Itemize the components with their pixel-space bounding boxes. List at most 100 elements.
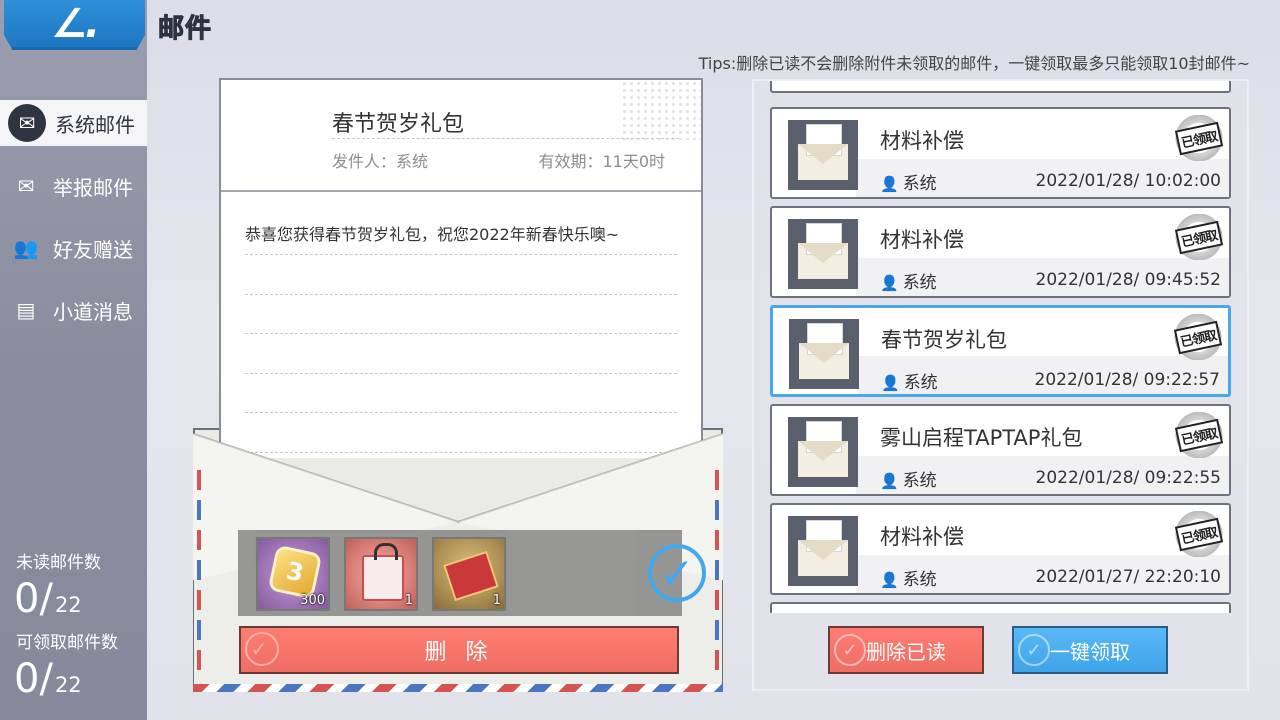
mail-title: 雾山启程TAPTAP礼包 xyxy=(880,426,1083,450)
person-icon: 👤 xyxy=(880,274,899,292)
person-icon: 👤 xyxy=(880,175,899,193)
unread-count-value: 0/ 22 xyxy=(14,576,82,622)
list-item-selected[interactable]: 春节贺岁礼包 👤 系统 2022/01/28/ 09:22:57 已领取 xyxy=(770,305,1231,397)
claimed-badge-text: 已领取 xyxy=(1174,121,1224,155)
check-icon: ✓ xyxy=(834,634,866,666)
mail-title: 春节贺岁礼包 xyxy=(881,328,1007,352)
mail-title: 材料补偿 xyxy=(880,129,964,153)
claimed-badge-text: 已领取 xyxy=(1174,517,1224,551)
letter-blank-line xyxy=(245,334,677,374)
letter-header: 春节贺岁礼包 发件人：系统 有效期：11天0时 xyxy=(221,80,701,192)
letter-panel: 春节贺岁礼包 发件人：系统 有效期：11天0时 恭喜您获得春节贺岁礼包，祝您20… xyxy=(193,78,723,692)
divider xyxy=(332,138,679,139)
mail-date: 2022/01/28/ 09:22:57 xyxy=(1034,370,1220,390)
attachment-qty: 300 xyxy=(300,593,325,608)
sidebar: ∠. ✉ 系统邮件 ✉ 举报邮件 👥 好友赠送 ▤ 小道消息 未读邮件数 0/ … xyxy=(0,0,147,720)
sidebar-item-friends-gift[interactable]: 👥 好友赠送 xyxy=(0,225,147,271)
mail-envelope-icon xyxy=(788,219,858,289)
letter-body-text: 恭喜您获得春节贺岁礼包，祝您2022年新春快乐噢~ xyxy=(245,192,677,255)
attachments-bar: 3 300 1 1 ✓ xyxy=(238,530,706,616)
back-button[interactable]: ∠. xyxy=(4,0,145,50)
letter-title: 春节贺岁礼包 xyxy=(332,112,465,137)
mail-title: 材料补偿 xyxy=(880,525,964,549)
mail-sender-name: 系统 xyxy=(902,174,937,194)
claimable-count: 0/ xyxy=(14,656,53,702)
delete-button[interactable]: ✓ 删 除 xyxy=(239,626,679,674)
list-item-partial[interactable] xyxy=(770,81,1231,93)
friends-gift-icon: 👥 xyxy=(13,236,39,260)
unread-total: 22 xyxy=(54,593,82,617)
attachment-qty: 1 xyxy=(492,593,501,608)
sidebar-item-news[interactable]: ▤ 小道消息 xyxy=(0,287,147,333)
mail-title: 材料补偿 xyxy=(880,228,964,252)
claimed-badge-text: 已领取 xyxy=(1173,320,1223,354)
claim-all-button[interactable]: ✓ 一键领取 xyxy=(1012,626,1168,674)
list-item[interactable]: 材料补偿 👤 系统 2022/01/27/ 22:20:10 已领取 xyxy=(770,503,1231,595)
attachment-coin[interactable]: 3 300 xyxy=(256,537,330,611)
mail-date: 2022/01/28/ 09:22:55 xyxy=(1035,468,1221,488)
mail-sender: 👤 系统 xyxy=(880,466,937,491)
sidebar-item-label: 举报邮件 xyxy=(53,175,133,200)
check-icon: ✓ xyxy=(245,632,279,666)
mail-sender-name: 系统 xyxy=(902,273,937,293)
letter-blank-line xyxy=(245,413,677,453)
mail-sender: 👤 系统 xyxy=(880,565,937,590)
claim-all-label: 一键领取 xyxy=(1050,639,1130,664)
attachment-red-envelope[interactable]: 1 xyxy=(432,537,506,611)
mail-sender: 👤 系统 xyxy=(880,169,937,194)
claimed-check-icon: ✓ xyxy=(648,544,706,602)
mail-sender-name: 系统 xyxy=(903,373,938,393)
unread-count-label: 未读邮件数 xyxy=(16,553,101,573)
mail-sender-name: 系统 xyxy=(902,471,937,491)
list-item[interactable]: 雾山启程TAPTAP礼包 👤 系统 2022/01/28/ 09:22:55 已领… xyxy=(770,404,1231,496)
claimed-badge-icon: 已领取 xyxy=(1173,314,1223,360)
mail-sender-name: 系统 xyxy=(902,570,937,590)
claimable-total: 22 xyxy=(54,673,82,697)
back-arrow-icon: ∠. xyxy=(50,0,100,47)
check-icon: ✓ xyxy=(1018,634,1050,666)
letter-dots-decoration xyxy=(621,80,701,140)
delete-read-label: 删除已读 xyxy=(866,639,946,664)
list-item[interactable]: 材料补偿 👤 系统 2022/01/28/ 10:02:00 已领取 xyxy=(770,107,1231,199)
claimed-badge-icon: 已领取 xyxy=(1174,511,1224,557)
letter-sender: 发件人：系统 xyxy=(332,152,429,171)
tips-text: Tips:删除已读不会删除附件未领取的邮件，一键领取最多只能领取10封邮件~ xyxy=(698,54,1250,73)
claimed-badge-icon: 已领取 xyxy=(1174,412,1224,458)
letter-body: 恭喜您获得春节贺岁礼包，祝您2022年新春快乐噢~ xyxy=(221,192,701,453)
delete-read-button[interactable]: ✓ 删除已读 xyxy=(828,626,984,674)
envelope-stripe xyxy=(193,684,723,692)
claimed-badge-text: 已领取 xyxy=(1174,220,1224,254)
red-envelope-icon xyxy=(443,550,499,602)
letter-validity: 有效期：11天0时 xyxy=(538,152,665,171)
unread-count: 0/ xyxy=(14,576,53,622)
claimable-count-label: 可领取邮件数 xyxy=(16,633,118,653)
letter-blank-line xyxy=(245,255,677,295)
attachment-gift-bag[interactable]: 1 xyxy=(344,537,418,611)
sidebar-item-label: 小道消息 xyxy=(53,299,133,324)
list-item[interactable]: 材料补偿 👤 系统 2022/01/28/ 09:45:52 已领取 xyxy=(770,206,1231,298)
list-item-partial[interactable] xyxy=(770,602,1231,613)
page-title: 邮件 xyxy=(157,14,213,45)
sidebar-item-label: 好友赠送 xyxy=(53,237,133,262)
mail-list-panel: 材料补偿 👤 系统 2022/01/28/ 10:02:00 已领取 材料补偿 👤… xyxy=(752,79,1249,691)
claimable-count-value: 0/ 22 xyxy=(14,656,82,702)
delete-button-label: 删 除 xyxy=(424,640,494,665)
mail-date: 2022/01/27/ 22:20:10 xyxy=(1035,567,1221,587)
mail-envelope-icon xyxy=(788,417,858,487)
mail-envelope-icon xyxy=(789,319,859,389)
sidebar-item-label: 系统邮件 xyxy=(55,112,135,137)
attachment-qty: 1 xyxy=(404,593,413,608)
person-icon: 👤 xyxy=(880,472,899,490)
sidebar-item-report-mail[interactable]: ✉ 举报邮件 xyxy=(0,163,147,209)
coin-icon: 3 xyxy=(267,544,323,600)
claimed-badge-icon: 已领取 xyxy=(1174,115,1224,161)
gift-bag-icon xyxy=(362,543,404,601)
letter-blank-line xyxy=(245,295,677,334)
mail-sender: 👤 系统 xyxy=(881,368,938,393)
mail-list[interactable]: 材料补偿 👤 系统 2022/01/28/ 10:02:00 已领取 材料补偿 👤… xyxy=(770,81,1231,613)
mail-date: 2022/01/28/ 10:02:00 xyxy=(1035,171,1221,191)
claimed-badge-text: 已领取 xyxy=(1174,418,1224,452)
report-mail-icon: ✉ xyxy=(17,174,35,198)
sidebar-item-system-mail[interactable]: ✉ 系统邮件 xyxy=(0,100,147,146)
news-icon: ▤ xyxy=(16,298,36,322)
